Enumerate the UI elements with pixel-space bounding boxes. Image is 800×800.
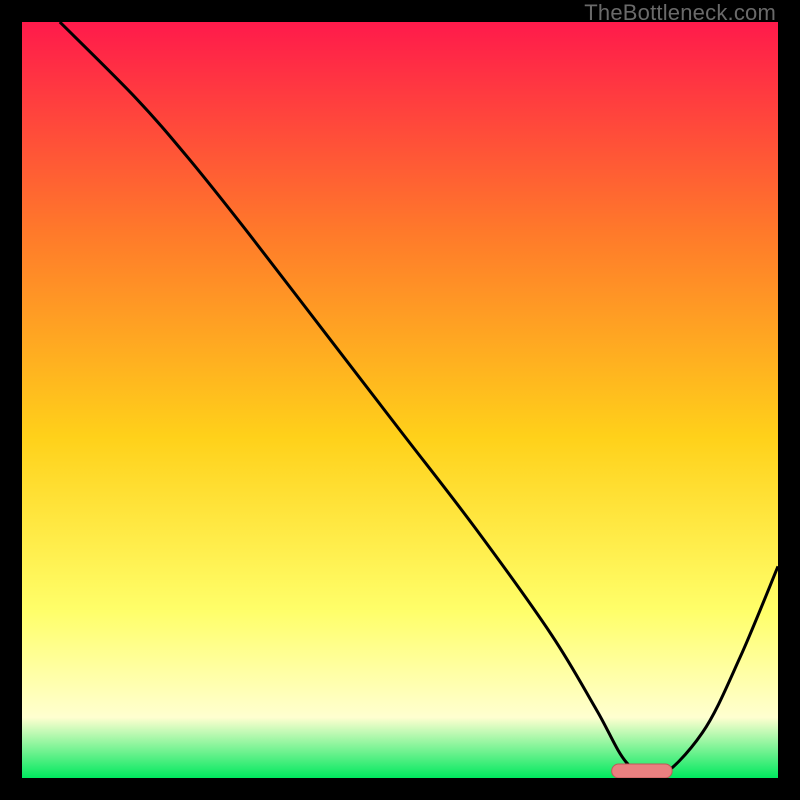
- bottleneck-chart: [22, 22, 778, 778]
- gradient-background: [22, 22, 778, 778]
- optimal-marker: [612, 764, 672, 778]
- chart-frame: [22, 22, 778, 778]
